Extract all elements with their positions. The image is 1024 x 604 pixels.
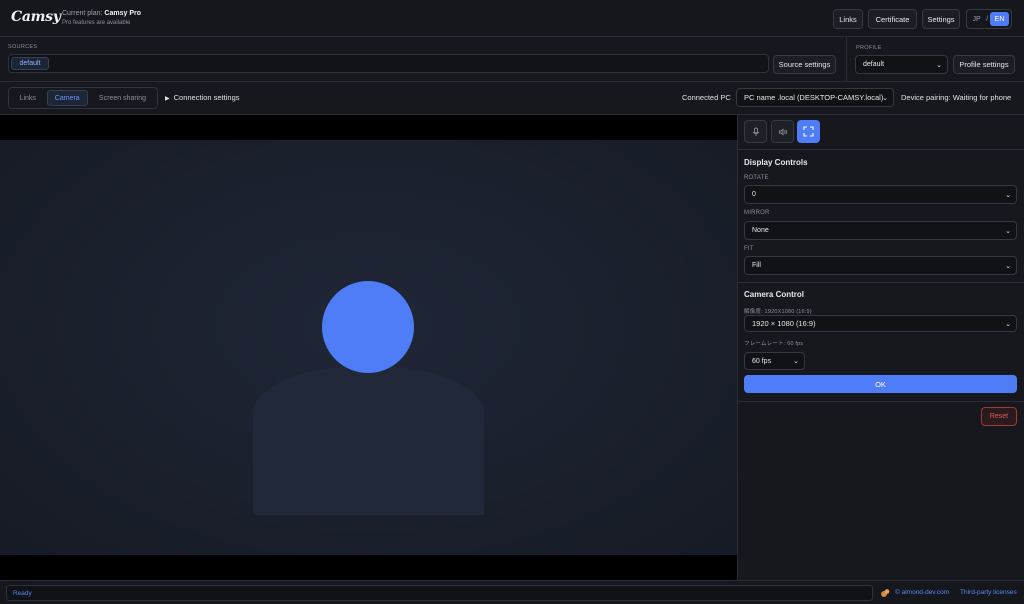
tab-links[interactable]: Links — [11, 90, 45, 106]
device-pairing-status: Device pairing: Waiting for phone — [901, 93, 1012, 102]
divider — [846, 37, 847, 82]
lang-en[interactable]: EN — [990, 12, 1009, 26]
third-party-licenses-link[interactable]: Third-party licenses — [960, 589, 1017, 596]
mirror-value: None — [752, 227, 769, 234]
resolution-label: 解像度: 1920X1080 (16:9) — [744, 309, 812, 315]
reset-button[interactable]: Reset — [981, 407, 1017, 426]
chevron-down-icon: ⌄ — [936, 61, 942, 69]
squirrel-logo-icon — [881, 589, 890, 597]
triangle-right-icon: ▶ — [165, 96, 170, 102]
source-settings-button[interactable]: Source settings — [773, 55, 836, 74]
section-divider — [738, 282, 1024, 283]
profile-settings-button[interactable]: Profile settings — [953, 55, 1015, 74]
links-button[interactable]: Links — [833, 9, 863, 29]
tabs-row: Links Camera Screen sharing ▶ Connection … — [0, 82, 1024, 115]
profile-label: PROFILE — [856, 45, 882, 51]
control-panel: Display Controls ROTATE 0 ⌄ MIRROR None … — [738, 115, 1024, 580]
connected-pc-label: Connected PC — [682, 93, 731, 102]
chevron-down-icon: ⌄ — [882, 94, 888, 102]
fit-select[interactable]: Fill ⌄ — [744, 256, 1017, 275]
person-body-shape — [253, 365, 484, 515]
display-controls-title: Display Controls — [744, 158, 808, 167]
lang-separator: / — [986, 15, 989, 23]
chevron-down-icon: ⌄ — [1005, 227, 1011, 235]
fullscreen-icon — [803, 126, 814, 137]
source-chip-default[interactable]: default — [11, 57, 49, 70]
mirror-label: MIRROR — [744, 210, 770, 216]
plan-info: Current plan: Camsy Pro Pro features are… — [62, 9, 141, 28]
profile-select[interactable]: default ⌄ — [855, 55, 948, 74]
sources-row: SOURCES default Source settings PROFILE … — [0, 37, 1024, 82]
status-text: Ready — [6, 585, 873, 601]
tab-screen-sharing[interactable]: Screen sharing — [90, 90, 155, 106]
speaker-icon — [778, 127, 787, 136]
panel-toolbar — [738, 115, 1024, 150]
microphone-button[interactable] — [744, 120, 767, 143]
person-head-shape — [322, 281, 414, 373]
resolution-select[interactable]: 1920 × 1080 (16:9) ⌄ — [744, 315, 1017, 332]
sources-label: SOURCES — [8, 44, 38, 50]
resolution-value: 1920 × 1080 (16:9) — [752, 319, 816, 328]
settings-button[interactable]: Settings — [922, 9, 960, 29]
connected-pc-value: PC name .local (DESKTOP-CAMSY.local) — [744, 93, 884, 102]
sources-box: default — [8, 54, 769, 73]
profile-select-value: default — [863, 61, 885, 68]
certificate-button[interactable]: Certificate — [868, 9, 917, 29]
lang-jp[interactable]: JP — [969, 16, 984, 23]
rotate-value: 0 — [752, 191, 756, 198]
chevron-down-icon: ⌄ — [1005, 191, 1011, 199]
plan-subtitle: Pro features are available — [62, 20, 131, 26]
plan-name: Camsy Pro — [104, 10, 141, 17]
copyright-link[interactable]: © almond-dev.com — [895, 589, 949, 596]
connection-settings-label: Connection settings — [173, 93, 240, 102]
fit-label: FIT — [744, 246, 754, 252]
camera-control-title: Camera Control — [744, 290, 805, 299]
tab-camera[interactable]: Camera — [46, 90, 88, 106]
status-bar: Ready © almond-dev.com Third-party licen… — [0, 580, 1024, 604]
app-header: Camsy Current plan: Camsy Pro Pro featur… — [0, 0, 1024, 37]
fps-label: フレームレート: 60 fps — [744, 341, 804, 347]
chevron-down-icon: ⌄ — [1005, 320, 1011, 328]
rotate-select[interactable]: 0 ⌄ — [744, 185, 1017, 204]
connected-pc-select[interactable]: PC name .local (DESKTOP-CAMSY.local) ⌄ — [736, 88, 894, 107]
mode-tabs: Links Camera Screen sharing — [8, 87, 158, 109]
camera-placeholder — [0, 140, 737, 555]
fullscreen-button[interactable] — [797, 120, 820, 143]
chevron-down-icon: ⌄ — [793, 358, 799, 365]
microphone-icon — [752, 127, 759, 136]
mirror-select[interactable]: None ⌄ — [744, 221, 1017, 240]
language-switcher: JP / EN — [966, 9, 1012, 29]
fps-value: 60 fps — [752, 357, 772, 365]
fps-select[interactable]: 60 fps ⌄ — [744, 352, 805, 370]
rotate-label: ROTATE — [744, 175, 769, 181]
plan-label: Current plan: — [62, 10, 103, 17]
fit-value: Fill — [752, 262, 761, 269]
camera-preview — [0, 115, 737, 580]
speaker-button[interactable] — [771, 120, 794, 143]
ok-button[interactable]: OK — [744, 375, 1017, 393]
chevron-down-icon: ⌄ — [1005, 262, 1011, 270]
section-divider — [738, 401, 1024, 402]
app-logo: Camsy — [11, 9, 61, 25]
connection-settings-toggle[interactable]: ▶ Connection settings — [165, 93, 240, 102]
